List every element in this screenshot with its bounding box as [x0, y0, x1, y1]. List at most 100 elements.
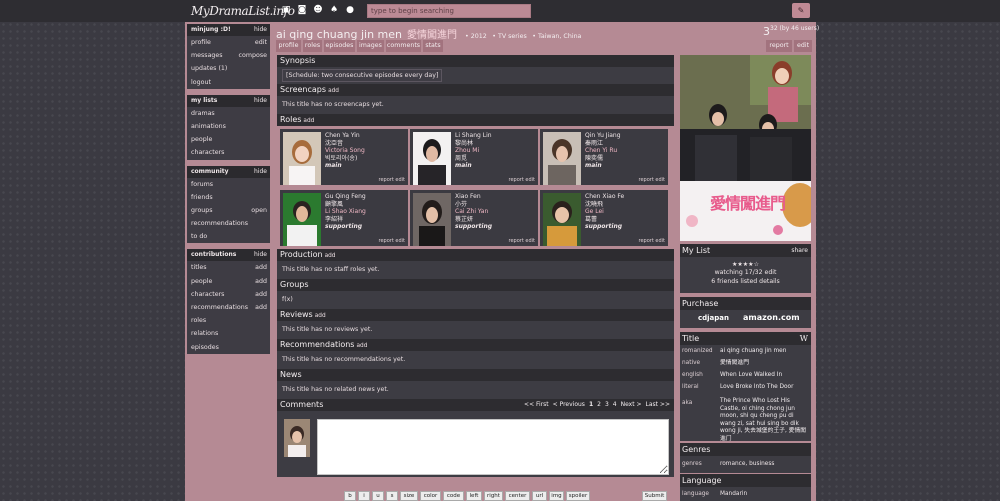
- right-align-button[interactable]: right: [484, 491, 503, 501]
- amazon-link[interactable]: amazon.com: [743, 313, 800, 322]
- drama-poster[interactable]: 愛情闖進門: [680, 55, 811, 241]
- tab-report[interactable]: report: [766, 40, 792, 52]
- page-first[interactable]: << First: [524, 401, 549, 408]
- report-edit-links[interactable]: report edit: [379, 238, 405, 244]
- genres-value[interactable]: romance, business: [720, 461, 774, 467]
- username[interactable]: minjung :D!: [191, 26, 231, 33]
- page-last[interactable]: Last >>: [646, 401, 670, 408]
- actor-name[interactable]: Li Shao Xiang: [325, 208, 366, 216]
- center-align-button[interactable]: center: [505, 491, 530, 501]
- page-3[interactable]: 3: [605, 401, 609, 408]
- submit-button[interactable]: Submit: [642, 491, 667, 501]
- add-link[interactable]: add: [328, 88, 339, 94]
- sidebar-item-characters[interactable]: characters: [187, 146, 270, 159]
- character-name[interactable]: Chen Ya Yin: [325, 132, 365, 140]
- actor-name[interactable]: Victoria Song: [325, 147, 365, 155]
- mask-icon[interactable]: ♠: [328, 5, 340, 16]
- add-link[interactable]: add: [255, 288, 267, 301]
- people-icon[interactable]: ☻: [312, 5, 324, 16]
- actor-name[interactable]: Chen Yi Ru: [585, 147, 621, 155]
- compose-link[interactable]: compose: [239, 49, 267, 62]
- page-2[interactable]: 2: [597, 401, 601, 408]
- tab-stats[interactable]: stats: [423, 40, 443, 52]
- tab-images[interactable]: images: [357, 40, 384, 52]
- character-name[interactable]: Chen Xiao Fe: [585, 193, 624, 201]
- sidebar-item-logout[interactable]: logout: [187, 76, 270, 89]
- edit-link[interactable]: edit: [255, 36, 267, 49]
- strike-button[interactable]: s: [386, 491, 398, 501]
- page-1[interactable]: 1: [589, 401, 593, 408]
- sidebar-item-characters[interactable]: characters add: [187, 288, 270, 301]
- sidebar-item-episodes[interactable]: episodes: [187, 341, 270, 354]
- film-icon[interactable]: ◙: [296, 5, 308, 16]
- sidebar-item-people[interactable]: people: [187, 133, 270, 146]
- url-button[interactable]: url: [532, 491, 547, 501]
- code-button[interactable]: code: [443, 491, 464, 501]
- report-edit-links[interactable]: report edit: [509, 238, 535, 244]
- page-4[interactable]: 4: [613, 401, 617, 408]
- hide-link[interactable]: hide: [254, 24, 267, 36]
- actor-photo[interactable]: [543, 193, 581, 246]
- tv-icon[interactable]: ▣: [280, 5, 292, 16]
- sidebar-item-recommendations[interactable]: recommendations add: [187, 301, 270, 314]
- underline-button[interactable]: u: [372, 491, 384, 501]
- sidebar-item-todo[interactable]: to do: [187, 230, 270, 243]
- actor-photo[interactable]: [283, 193, 321, 246]
- bold-button[interactable]: b: [344, 491, 356, 501]
- comment-textarea[interactable]: [317, 419, 669, 475]
- report-edit-links[interactable]: report edit: [509, 177, 535, 183]
- add-link[interactable]: add: [315, 313, 326, 319]
- report-edit-links[interactable]: report edit: [639, 177, 665, 183]
- sidebar-item-profile[interactable]: profile edit: [187, 36, 270, 49]
- size-button[interactable]: size: [400, 491, 418, 501]
- sidebar-item-titles[interactable]: titles add: [187, 261, 270, 274]
- share-link[interactable]: share: [791, 244, 808, 257]
- report-edit-links[interactable]: report edit: [639, 238, 665, 244]
- add-link[interactable]: add: [303, 118, 314, 124]
- img-button[interactable]: img: [549, 491, 564, 501]
- sidebar-item-relations[interactable]: relations: [187, 327, 270, 340]
- tools-button[interactable]: ✎: [792, 3, 810, 18]
- character-name[interactable]: Gu Qing Feng: [325, 193, 366, 201]
- actor-photo[interactable]: [413, 193, 451, 246]
- page-previous[interactable]: < Previous: [553, 401, 585, 408]
- footprints-icon[interactable]: ●: [344, 5, 356, 16]
- tab-roles[interactable]: roles: [303, 40, 322, 52]
- sidebar-item-groups[interactable]: groups open: [187, 204, 270, 217]
- wikipedia-icon[interactable]: W: [800, 332, 808, 345]
- tab-episodes[interactable]: episodes: [324, 40, 355, 52]
- actor-name[interactable]: Ge Lei: [585, 208, 624, 216]
- add-link[interactable]: add: [356, 343, 367, 349]
- group-link[interactable]: f(x): [282, 296, 293, 303]
- sidebar-item-recommendations[interactable]: recommendations: [187, 217, 270, 230]
- sidebar-item-roles[interactable]: roles: [187, 314, 270, 327]
- cdjapan-link[interactable]: cdjapan: [698, 314, 729, 322]
- add-link[interactable]: add: [255, 301, 267, 314]
- page-next[interactable]: Next >: [621, 401, 642, 408]
- actor-photo[interactable]: [413, 132, 451, 185]
- actor-photo[interactable]: [543, 132, 581, 185]
- character-name[interactable]: Qin Yu Jiang: [585, 132, 621, 140]
- spoiler-button[interactable]: spoiler: [566, 491, 590, 501]
- add-link[interactable]: add: [255, 275, 267, 288]
- report-edit-links[interactable]: report edit: [379, 177, 405, 183]
- tab-comments[interactable]: comments: [386, 40, 421, 52]
- sidebar-item-friends[interactable]: friends: [187, 191, 270, 204]
- rating-stars[interactable]: ★★★★☆: [680, 261, 811, 268]
- italic-button[interactable]: i: [358, 491, 370, 501]
- sidebar-item-animations[interactable]: animations: [187, 120, 270, 133]
- tab-edit[interactable]: edit: [794, 40, 812, 52]
- status-edit-link[interactable]: edit: [765, 269, 777, 276]
- sidebar-item-updates[interactable]: updates (1): [187, 62, 270, 75]
- search-input[interactable]: [367, 4, 531, 18]
- actor-photo[interactable]: [283, 132, 321, 185]
- hide-link[interactable]: hide: [254, 249, 267, 261]
- add-link[interactable]: add: [255, 261, 267, 274]
- sidebar-item-forums[interactable]: forums: [187, 178, 270, 191]
- actor-name[interactable]: Cai Zhi Yan: [455, 208, 492, 216]
- hide-link[interactable]: hide: [254, 166, 267, 178]
- sidebar-item-dramas[interactable]: dramas: [187, 107, 270, 120]
- add-link[interactable]: add: [325, 253, 336, 259]
- tab-profile[interactable]: profile: [276, 40, 301, 52]
- left-align-button[interactable]: left: [466, 491, 482, 501]
